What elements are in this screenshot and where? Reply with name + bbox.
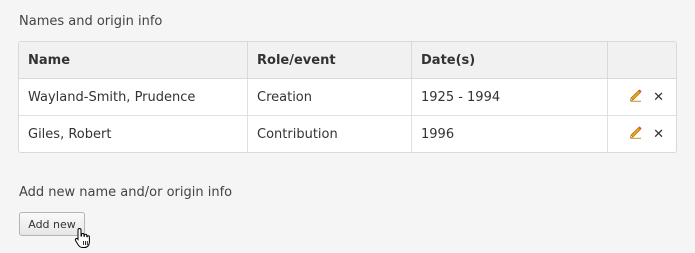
cell-actions: ✕ [608, 79, 676, 116]
close-icon[interactable]: ✕ [653, 91, 664, 104]
section-title: Names and origin info [19, 14, 163, 29]
pencil-icon[interactable] [629, 88, 643, 106]
add-section-title: Add new name and/or origin info [19, 185, 233, 200]
cell-actions: ✕ [608, 116, 676, 152]
cell-role: Creation [248, 79, 412, 116]
column-header-actions [608, 42, 676, 79]
column-header-role: Role/event [248, 42, 412, 79]
column-header-dates: Date(s) [412, 42, 608, 79]
names-table: Name Role/event Date(s) Wayland-Smith, P… [18, 41, 677, 153]
cell-role: Contribution [248, 116, 412, 152]
table-row: Wayland-Smith, Prudence Creation 1925 - … [19, 79, 676, 116]
column-header-name: Name [19, 42, 248, 79]
close-icon[interactable]: ✕ [653, 128, 664, 141]
table-header-row: Name Role/event Date(s) [19, 42, 676, 79]
cell-name: Wayland-Smith, Prudence [19, 79, 248, 116]
cell-dates: 1996 [412, 116, 608, 152]
table-row: Giles, Robert Contribution 1996 ✕ [19, 116, 676, 152]
cell-name: Giles, Robert [19, 116, 248, 152]
hand-pointer-icon [74, 227, 92, 249]
pencil-icon[interactable] [629, 125, 643, 143]
cell-dates: 1925 - 1994 [412, 79, 608, 116]
